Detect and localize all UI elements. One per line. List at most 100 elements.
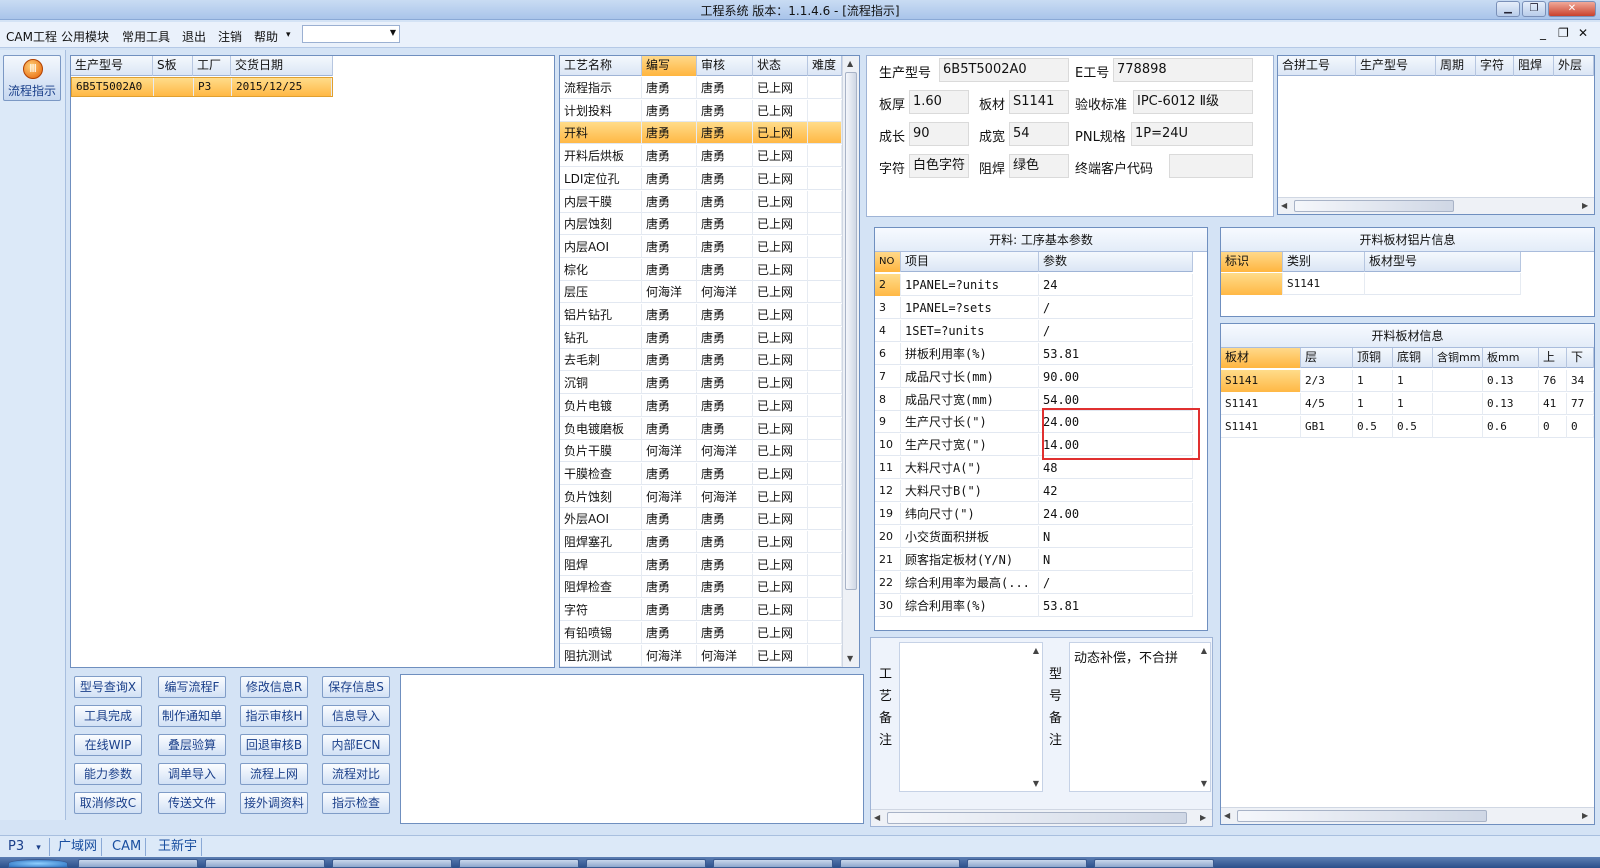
col-difficulty[interactable]: 难度 [808, 56, 842, 76]
table-row[interactable]: 负片蚀刻 何海洋 何海洋 已上网 [560, 485, 842, 508]
col-delivery-date[interactable]: 交货日期 [231, 56, 333, 76]
col-merge-character[interactable]: 字符 [1476, 56, 1514, 76]
scroll-thumb[interactable] [845, 72, 857, 590]
table-row[interactable]: 2 1PANEL=?units 24 [875, 274, 1193, 296]
merge-hscrollbar[interactable]: ◀ ▶ [1278, 197, 1594, 214]
col-param[interactable]: 参数 [1039, 252, 1193, 272]
status-tab-wan[interactable]: 广域网 [54, 838, 103, 856]
col-merge-no[interactable]: 合拼工号 [1278, 56, 1356, 76]
col-tag[interactable]: 标识 [1221, 252, 1283, 272]
menu-cam[interactable]: CAM工程 [6, 28, 57, 45]
table-row[interactable]: 阻焊塞孔 唐勇 唐勇 已上网 [560, 531, 842, 553]
menu-common[interactable]: 公用模块 [61, 28, 109, 45]
scroll-right-icon[interactable]: ▶ [1582, 811, 1588, 820]
taskbar-item[interactable] [840, 859, 960, 868]
mdi-close-icon[interactable]: ✕ [1578, 26, 1588, 40]
col-down[interactable]: 下 [1567, 348, 1594, 368]
col-merge-mask[interactable]: 阻焊 [1514, 56, 1554, 76]
col-factory[interactable]: 工厂 [193, 56, 231, 76]
table-row[interactable]: 内层AOI 唐勇 唐勇 已上网 [560, 235, 842, 258]
model-field[interactable]: 6B5T5002A0 [939, 58, 1069, 82]
mdi-minimize-icon[interactable]: _ [1540, 26, 1546, 40]
scroll-down-icon[interactable]: ▼ [1201, 779, 1207, 788]
scroll-down-icon[interactable]: ▼ [847, 654, 853, 663]
table-row[interactable]: 内层干膜 唐勇 唐勇 已上网 [560, 190, 842, 213]
order-row[interactable]: 6B5T5002A0 P3 2015/12/25 [71, 77, 333, 97]
action-button-1-1[interactable]: 制作通知单 [158, 705, 226, 727]
table-row[interactable]: 字符 唐勇 唐勇 已上网 [560, 599, 842, 622]
col-merge-outer[interactable]: 外层 [1554, 56, 1594, 76]
output-box[interactable] [400, 674, 864, 824]
taskbar-item[interactable] [78, 859, 198, 868]
col-model[interactable]: 生产型号 [71, 56, 153, 76]
material-field[interactable]: S1141 [1009, 90, 1069, 114]
character-field[interactable]: 白色字符 [909, 154, 969, 178]
table-row[interactable]: 计划投料 唐勇 唐勇 已上网 [560, 99, 842, 122]
table-row[interactable]: S1141 4/5 1 1 0.13 41 77 [1221, 393, 1594, 415]
menu-exit[interactable]: 退出 [182, 28, 206, 45]
scroll-up-icon[interactable]: ▲ [1033, 646, 1039, 655]
process-scrollbar[interactable]: ▲ ▼ [842, 56, 859, 667]
col-s-board[interactable]: S板 [153, 56, 193, 76]
table-row[interactable]: 外层AOI 唐勇 唐勇 已上网 [560, 508, 842, 531]
minimize-icon[interactable]: ▁ [1496, 1, 1520, 17]
table-row[interactable]: LDI定位孔 唐勇 唐勇 已上网 [560, 167, 842, 190]
action-button-4-0[interactable]: 取消修改C [74, 792, 142, 814]
col-bottom-copper[interactable]: 底铜 [1393, 348, 1433, 368]
pnl-field[interactable]: 1P=24U [1131, 122, 1253, 146]
action-button-3-2[interactable]: 流程上网 [240, 763, 308, 785]
taskbar-item[interactable] [459, 859, 579, 868]
scroll-left-icon[interactable]: ◀ [1281, 201, 1287, 210]
menu-logout[interactable]: 注销 [218, 28, 242, 45]
table-row[interactable]: 负片干膜 何海洋 何海洋 已上网 [560, 440, 842, 463]
table-row[interactable]: 30 综合利用率(%) 53.81 [875, 594, 1193, 617]
process-notes-textarea[interactable]: ▲ ▼ [899, 642, 1043, 792]
table-row[interactable]: 阻抗测试 何海洋 何海洋 已上网 [560, 644, 842, 667]
table-row[interactable]: 开料后烘板 唐勇 唐勇 已上网 [560, 145, 842, 168]
table-row[interactable]: 7 成品尺寸长(mm) 90.00 [875, 365, 1193, 388]
table-row[interactable]: 22 综合利用率为最高(... / [875, 571, 1193, 594]
table-row[interactable]: 开料 唐勇 唐勇 已上网 [560, 122, 842, 145]
col-board-mm[interactable]: 板mm [1483, 348, 1539, 368]
col-merge-model[interactable]: 生产型号 [1356, 56, 1436, 76]
col-item[interactable]: 项目 [901, 252, 1039, 272]
table-row[interactable]: 阻焊检查 唐勇 唐勇 已上网 [560, 576, 842, 599]
start-icon[interactable] [8, 859, 68, 868]
chevron-down-icon[interactable]: ▾ [286, 30, 291, 40]
taskbar-item[interactable] [713, 859, 833, 868]
action-button-2-2[interactable]: 回退审核B [240, 734, 308, 756]
model-notes-textarea[interactable]: 动态补偿，不合拼 ▲ ▼ [1069, 642, 1211, 792]
scroll-left-icon[interactable]: ◀ [1224, 811, 1230, 820]
col-layer[interactable]: 层 [1301, 348, 1353, 368]
table-row[interactable]: 去毛刺 唐勇 唐勇 已上网 [560, 349, 842, 372]
standard-field[interactable]: IPC-6012 Ⅱ级 [1133, 90, 1253, 114]
table-row[interactable]: 20 小交货面积拼板 N [875, 525, 1193, 548]
table-row[interactable]: 阻焊 唐勇 唐勇 已上网 [560, 553, 842, 576]
col-writer[interactable]: 编写 [642, 56, 697, 76]
action-button-3-3[interactable]: 流程对比 [322, 763, 390, 785]
table-row[interactable]: 层压 何海洋 何海洋 已上网 [560, 281, 842, 304]
action-button-3-0[interactable]: 能力参数 [74, 763, 142, 785]
col-category[interactable]: 类别 [1283, 252, 1365, 272]
action-button-0-1[interactable]: 编写流程F [158, 676, 226, 698]
table-row[interactable]: 钻孔 唐勇 唐勇 已上网 [560, 326, 842, 349]
scroll-up-icon[interactable]: ▲ [1201, 646, 1207, 655]
table-row[interactable]: 12 大料尺寸B(") 42 [875, 480, 1193, 503]
taskbar-item[interactable] [332, 859, 452, 868]
col-status[interactable]: 状态 [753, 56, 808, 76]
menu-tools[interactable]: 常用工具 [122, 28, 170, 45]
taskbar-item[interactable] [205, 859, 325, 868]
scroll-right-icon[interactable]: ▶ [1582, 201, 1588, 210]
status-tab-user[interactable]: 王新宇 [154, 838, 203, 856]
scroll-thumb[interactable] [1237, 810, 1487, 822]
col-board-model[interactable]: 板材型号 [1365, 252, 1521, 272]
table-row[interactable]: 3 1PANEL=?sets / [875, 296, 1193, 319]
action-button-3-1[interactable]: 调单导入 [158, 763, 226, 785]
table-row[interactable]: 6 拼板利用率(%) 53.81 [875, 342, 1193, 365]
notes-hscrollbar[interactable]: ◀ ▶ [871, 809, 1212, 826]
table-row[interactable]: 21 顾客指定板材(Y/N) N [875, 548, 1193, 571]
col-up[interactable]: 上 [1539, 348, 1567, 368]
table-row[interactable]: 棕化 唐勇 唐勇 已上网 [560, 258, 842, 281]
action-button-4-2[interactable]: 接外调资料 [240, 792, 308, 814]
table-row[interactable]: 铝片钻孔 唐勇 唐勇 已上网 [560, 304, 842, 326]
